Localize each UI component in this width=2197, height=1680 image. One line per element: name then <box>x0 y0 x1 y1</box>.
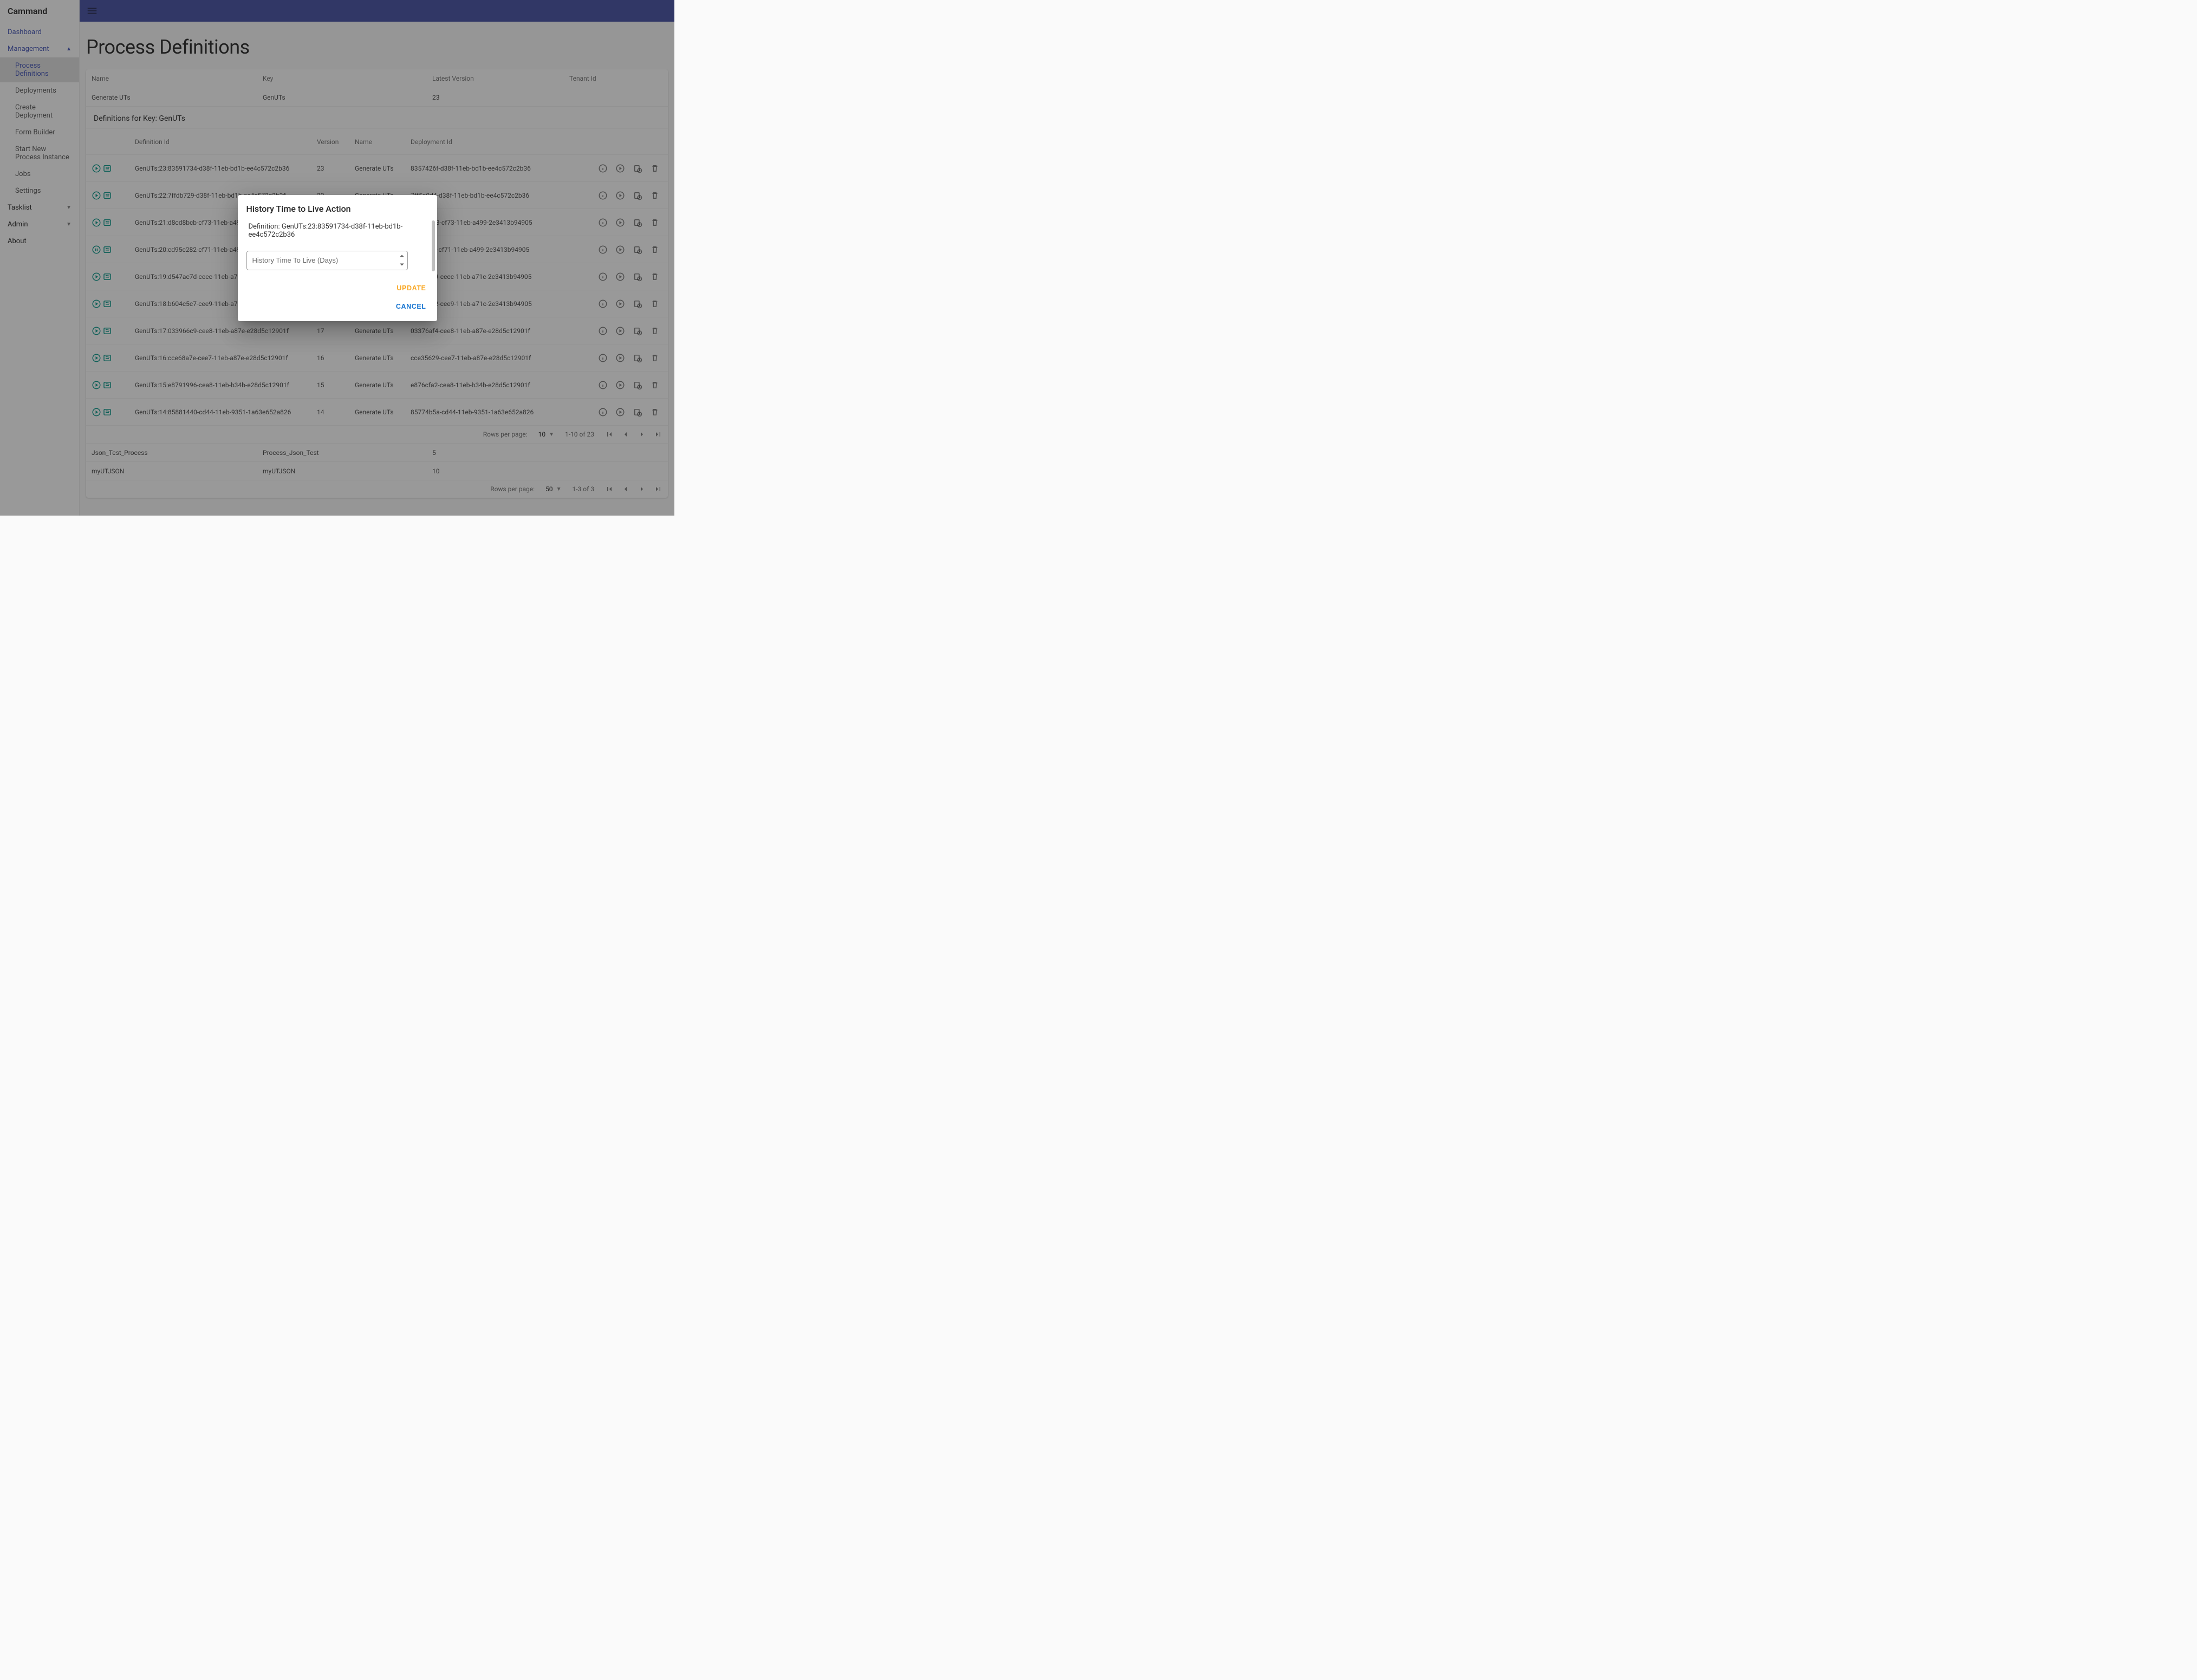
modal-scrim[interactable]: History Time to Live Action Definition: … <box>0 0 674 516</box>
dialog-definition-line: Definition: GenUTs:23:83591734-d38f-11eb… <box>246 223 428 239</box>
history-ttl-field[interactable] <box>246 251 408 270</box>
dialog-body: Definition: GenUTs:23:83591734-d38f-11eb… <box>238 220 437 275</box>
cancel-button[interactable]: CANCEL <box>392 299 431 314</box>
dialog-title: History Time to Live Action <box>238 195 437 220</box>
stepper-down-icon[interactable] <box>399 261 405 269</box>
history-ttl-dialog: History Time to Live Action Definition: … <box>238 195 437 321</box>
history-ttl-input[interactable] <box>252 256 402 264</box>
dialog-actions: UPDATE CANCEL <box>238 275 437 321</box>
dialog-scrollbar[interactable] <box>432 220 435 271</box>
number-stepper <box>399 252 405 269</box>
update-button[interactable]: UPDATE <box>392 281 430 295</box>
stepper-up-icon[interactable] <box>399 252 405 261</box>
